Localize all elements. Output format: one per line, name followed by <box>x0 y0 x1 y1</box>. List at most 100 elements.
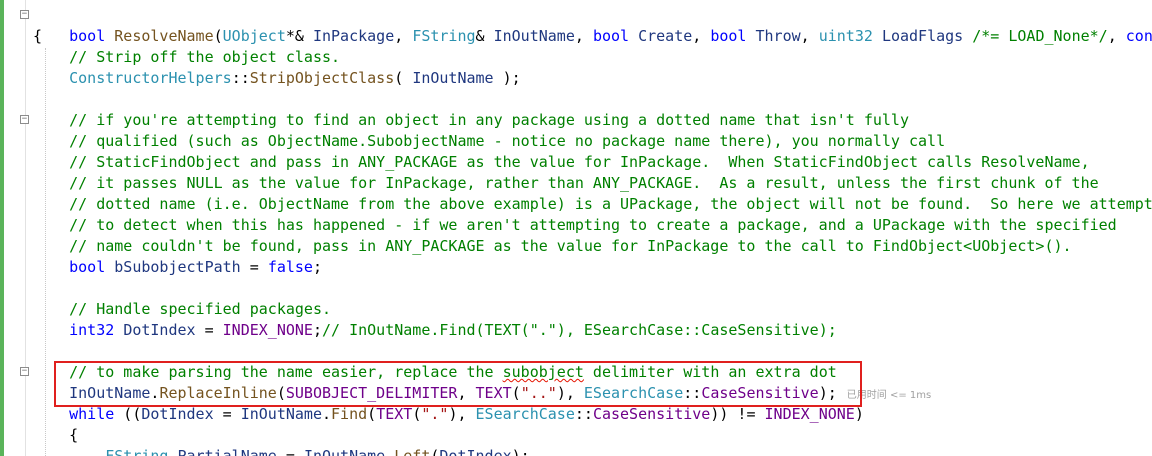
code-line-comment[interactable]: // if you're attempting to find an objec… <box>33 110 909 131</box>
param-token: Create <box>638 27 693 45</box>
code-line-bsubobjectpath[interactable]: bool bSubobjectPath = false; <box>33 257 322 278</box>
comment-token: // dotted name (i.e. ObjectName from the… <box>33 195 1152 213</box>
text-token: ( <box>213 27 223 45</box>
code-line-while-loop[interactable]: while ((DotIndex = InOutName.Find(TEXT("… <box>33 404 864 425</box>
type-token: ConstructorHelpers <box>69 69 232 87</box>
code-line-partial-name[interactable]: FString PartialName = InOutName.Left(Dot… <box>33 446 530 456</box>
comment-token: // to make parsing the name easier, repl… <box>33 363 503 381</box>
param-token: InOutName <box>412 69 494 87</box>
param-token: InOutName <box>493 27 575 45</box>
text-token: , <box>574 27 593 45</box>
code-line-comment[interactable]: // name couldn't be found, pass in ANY_P… <box>33 236 1072 257</box>
variable-token: InOutName <box>69 384 151 402</box>
keyword-token: bool <box>69 258 106 276</box>
code-line-function-signature[interactable]: bool ResolveName(UObject*& InPackage, FS… <box>33 5 1152 45</box>
code-line-comment[interactable]: // dotted name (i.e. ObjectName from the… <box>33 194 1152 215</box>
elapsed-time-hint[interactable]: 已用时间 <= 1ms <box>847 390 931 401</box>
code-line-comment[interactable]: // StaticFindObject and pass in ANY_PACK… <box>33 152 1090 173</box>
text-token: , <box>457 384 476 402</box>
macro-token: TEXT <box>376 405 413 423</box>
brace-token: { <box>33 426 79 444</box>
code-line-comment[interactable]: // Handle specified packages. <box>33 299 331 320</box>
text-token: ( <box>394 69 413 87</box>
spelling-error-token[interactable]: subobject <box>503 363 584 381</box>
code-line-replace-inline[interactable]: InOutName.ReplaceInline(SUBOBJECT_DELIMI… <box>33 383 931 404</box>
code-editor[interactable]: − − − bool ResolveName(UObject*& InPacka… <box>0 0 1152 456</box>
type-token: FString <box>105 447 169 456</box>
text-token: = <box>276 447 304 456</box>
keyword-token: while <box>69 405 115 423</box>
text-token: . <box>322 405 332 423</box>
collapse-comment-block-icon[interactable]: − <box>20 115 29 124</box>
function-name-token: Left <box>394 447 431 456</box>
gutter-divider <box>25 0 26 456</box>
type-token: ESearchCase <box>583 384 684 402</box>
code-line-dotindex[interactable]: int32 DotIndex = INDEX_NONE;// InOutName… <box>33 320 837 341</box>
change-tracking-bar <box>0 0 4 456</box>
variable-token: InOutName <box>240 405 322 423</box>
text-token: , <box>565 384 584 402</box>
text-token: :: <box>683 384 702 402</box>
text-token: *& <box>285 27 313 45</box>
code-line-comment[interactable]: // it passes NULL as the value for InPac… <box>33 173 1099 194</box>
comment-token: delimiter with an extra dot <box>583 363 837 381</box>
text-token: , <box>394 27 413 45</box>
enum-value-token: CaseSensitive <box>701 384 819 402</box>
comment-token: // InOutName.Find(TEXT("."), ESearchCase… <box>322 321 837 339</box>
text-token: ( <box>276 384 286 402</box>
keyword-token: bool <box>710 27 747 45</box>
text-token: ; <box>312 258 322 276</box>
comment-token: // Strip off the object class. <box>33 48 341 66</box>
text-token: ( <box>511 384 521 402</box>
code-line-comment[interactable]: // to detect when this has happened - if… <box>33 215 1117 236</box>
text-token: ), <box>448 405 476 423</box>
text-token: ); <box>818 384 837 402</box>
string-token: ".." <box>520 384 557 402</box>
text-token: ( <box>367 405 377 423</box>
comment-token: // name couldn't be found, pass in ANY_P… <box>33 237 1072 255</box>
keyword-token: bool <box>69 27 106 45</box>
type-token: UObject <box>222 27 286 45</box>
macro-token: INDEX_NONE <box>222 321 313 339</box>
text-token: ; <box>312 321 322 339</box>
param-token: DotIndex <box>439 447 512 456</box>
text-token: ) <box>556 384 566 402</box>
macro-token: SUBOBJECT_DELIMITER <box>285 384 458 402</box>
collapse-comment-icon[interactable]: − <box>20 367 29 376</box>
code-line-open-brace[interactable]: { <box>33 425 78 446</box>
type-token: int32 <box>69 321 115 339</box>
comment-token: // it passes NULL as the value for InPac… <box>33 174 1099 192</box>
keyword-token: bool <box>592 27 630 45</box>
text-token: ); <box>511 447 530 456</box>
collapse-function-icon[interactable]: − <box>20 10 29 19</box>
code-line-open-brace[interactable]: { <box>33 26 42 47</box>
comment-token: // if you're attempting to find an objec… <box>33 111 909 129</box>
variable-token: PartialName <box>177 447 277 456</box>
function-name-token: ReplaceInline <box>159 384 277 402</box>
text-token: , <box>692 27 711 45</box>
string-token: "." <box>421 405 449 423</box>
keyword-token: const <box>1125 27 1152 45</box>
code-line-comment[interactable]: // qualified (such as ObjectName.Subobje… <box>33 131 945 152</box>
code-line-comment[interactable]: // Strip off the object class. <box>33 47 340 68</box>
text-token: & <box>475 27 494 45</box>
param-token: InPackage <box>312 27 395 45</box>
text-token: . <box>385 447 395 456</box>
text-token: ); <box>493 69 521 87</box>
comment-token: /*= LOAD_None*/ <box>972 27 1108 45</box>
param-token: Throw <box>755 27 801 45</box>
code-line-comment-highlighted[interactable]: // to make parsing the name easier, repl… <box>33 362 837 383</box>
text-token: = <box>195 321 223 339</box>
code-line-strip-object-class[interactable]: ConstructorHelpers::StripObjectClass( In… <box>33 68 521 89</box>
function-name-token: ResolveName <box>114 27 214 45</box>
